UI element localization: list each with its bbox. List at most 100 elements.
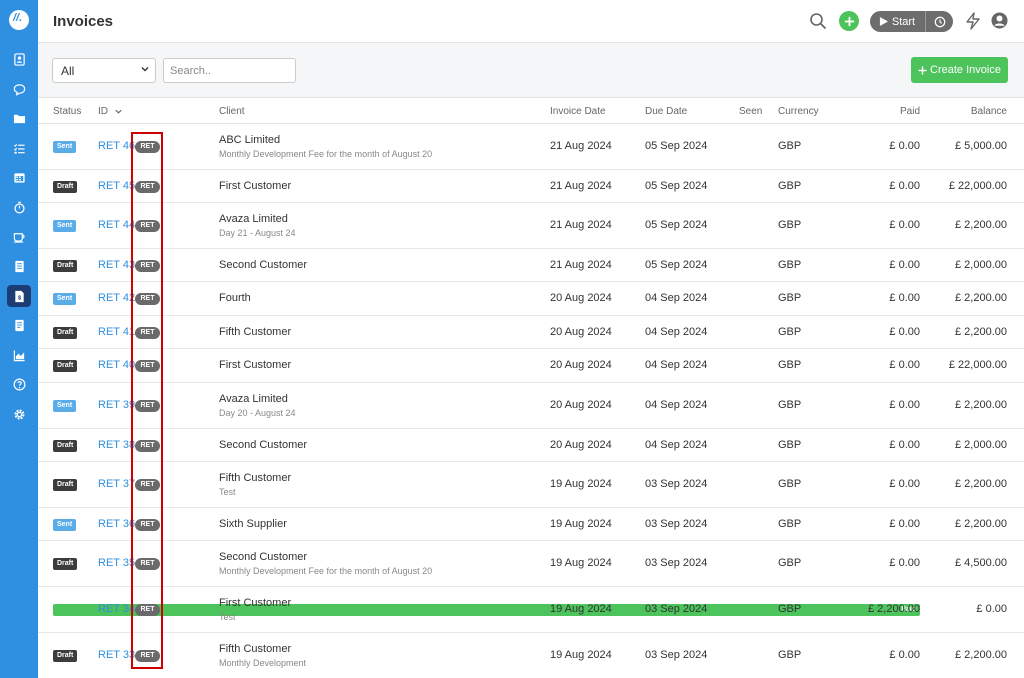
table-row[interactable]: Draft RET 45 RET First Customer 21 Aug 2024 0… xyxy=(38,170,1024,203)
invoice-date: 20 Aug 2024 xyxy=(550,326,612,338)
invoice-id-link[interactable]: RET 37 xyxy=(98,478,135,490)
search-icon[interactable] xyxy=(809,12,827,30)
search-input[interactable] xyxy=(163,58,296,83)
sidebar-item-tasks[interactable] xyxy=(7,137,31,159)
balance-amount: £ 4,500.00 xyxy=(955,557,1007,569)
invoice-id-link[interactable]: RET 45 xyxy=(98,180,135,192)
invoice-id-link[interactable]: RET 42 xyxy=(98,292,135,304)
lightning-icon[interactable] xyxy=(965,12,981,30)
status-filter-select[interactable]: All xyxy=(52,58,156,83)
stopwatch-icon xyxy=(13,201,25,214)
balance-amount: £ 0.00 xyxy=(976,603,1007,615)
currency: GBP xyxy=(778,326,802,338)
sidebar-item-folder[interactable] xyxy=(7,107,31,129)
chat-icon xyxy=(13,83,25,96)
table-row[interactable]: Draft RET 37 RET Fifth Customer Test 19 Aug 2… xyxy=(38,462,1024,508)
currency: GBP xyxy=(778,399,802,411)
client-cell: First Customer xyxy=(219,359,291,371)
client-name: First Customer xyxy=(219,180,292,192)
invoice-id-link[interactable]: RET 44 xyxy=(98,219,135,231)
client-cell: Second Customer xyxy=(219,439,307,451)
table-row[interactable]: Draft RET 35 RET Second Customer Monthly Dev… xyxy=(38,541,1024,587)
client-name: Fifth Customer xyxy=(219,472,292,484)
table-row[interactable]: Sent RET 36 RET Sixth Supplier 19 Aug 2024 03… xyxy=(38,508,1024,541)
status-badge: Draft xyxy=(53,327,78,339)
table-row[interactable]: Draft RET 33 RET Fifth Customer Monthly Deve… xyxy=(38,633,1024,678)
column-paid[interactable]: Paid xyxy=(900,106,920,117)
column-status[interactable]: Status xyxy=(53,106,81,117)
invoice-id-link[interactable]: RET 41 xyxy=(98,326,135,338)
play-icon xyxy=(879,17,888,26)
column-client[interactable]: Client xyxy=(219,106,245,117)
invoice-date: 19 Aug 2024 xyxy=(550,557,612,569)
document-icon xyxy=(14,319,24,331)
invoice-id-link[interactable]: RET 38 xyxy=(98,439,135,451)
table-row[interactable]: Sent RET 44 RET Avaza Limited Day 21 - Augus… xyxy=(38,203,1024,249)
sidebar-item-help[interactable] xyxy=(7,373,31,395)
invoice-id-link[interactable]: RET 35 xyxy=(98,557,135,569)
invoice-id-link[interactable]: RET 33 xyxy=(98,649,135,661)
client-name: Second Customer xyxy=(219,551,308,563)
user-avatar-icon[interactable] xyxy=(991,12,1008,29)
table-row[interactable]: Sent RET 46 RET ABC Limited Monthly Developm… xyxy=(38,124,1024,170)
invoice-id-link[interactable]: RET 46 xyxy=(98,140,135,152)
client-name: Fifth Customer xyxy=(219,643,292,655)
table-row[interactable]: Draft RET 43 RET Second Customer 21 Aug 2024… xyxy=(38,249,1024,282)
column-currency[interactable]: Currency xyxy=(778,106,819,117)
paid-amount: £ 0.00 xyxy=(889,399,920,411)
column-invoice-date[interactable]: Invoice Date xyxy=(550,106,606,117)
column-due-date[interactable]: Due Date xyxy=(645,106,687,117)
sidebar: //. $ xyxy=(0,0,38,678)
paid-amount: £ 0.00 xyxy=(889,557,920,569)
sidebar-item-invoice[interactable]: $ xyxy=(7,285,31,307)
invoice-id-link[interactable]: RET 36 xyxy=(98,518,135,530)
app-logo[interactable]: //. xyxy=(9,10,29,30)
client-name: Avaza Limited xyxy=(219,393,288,405)
logo-mark: //. xyxy=(13,12,23,24)
sidebar-item-chat[interactable] xyxy=(7,78,31,100)
balance-amount: £ 2,000.00 xyxy=(955,439,1007,451)
invoice-description: Monthly Development Fee for the month of… xyxy=(219,149,433,159)
invoice-description: Day 21 - August 24 xyxy=(219,228,296,238)
sidebar-item-estimate[interactable] xyxy=(7,255,31,277)
column-balance[interactable]: Balance xyxy=(971,106,1007,117)
invoice-date: 20 Aug 2024 xyxy=(550,359,612,371)
sidebar-item-stopwatch[interactable] xyxy=(7,196,31,218)
invoice-id-link[interactable]: RET 43 xyxy=(98,259,135,271)
invoice-id-link[interactable]: RET 34 xyxy=(98,603,135,615)
invoice-date: 21 Aug 2024 xyxy=(550,259,612,271)
balance-amount: £ 5,000.00 xyxy=(955,140,1007,152)
due-date: 04 Sep 2024 xyxy=(645,399,708,411)
invoice-date: 19 Aug 2024 xyxy=(550,603,612,615)
tasks-icon xyxy=(13,143,25,154)
sort-down-icon xyxy=(115,109,122,114)
column-id[interactable]: ID xyxy=(98,106,123,117)
timesheet-button[interactable] xyxy=(925,11,953,32)
sidebar-item-calendar[interactable] xyxy=(7,166,31,188)
sidebar-item-settings[interactable] xyxy=(7,403,31,425)
table-row[interactable]: Draft RET 40 RET First Customer 20 Aug 2024 0… xyxy=(38,349,1024,383)
currency: GBP xyxy=(778,603,802,615)
sidebar-item-coffee[interactable] xyxy=(7,225,31,247)
highlight-annotation xyxy=(131,132,163,669)
column-seen[interactable]: Seen xyxy=(739,106,762,117)
quick-add-button[interactable] xyxy=(839,11,859,31)
client-cell: Avaza Limited Day 21 - August 24 xyxy=(219,213,296,238)
invoice-id-link[interactable]: RET 40 xyxy=(98,359,135,371)
paid-amount: £ 0.00 xyxy=(889,140,920,152)
create-invoice-button[interactable]: Create Invoice xyxy=(911,57,1008,83)
balance-amount: £ 2,200.00 xyxy=(955,478,1007,490)
sidebar-item-reports[interactable] xyxy=(7,344,31,366)
invoice-id-link[interactable]: RET 39 xyxy=(98,399,135,411)
start-timer-button[interactable]: Start xyxy=(870,11,924,32)
table-row[interactable]: Draft RET 38 RET Second Customer 20 Aug 2024… xyxy=(38,429,1024,462)
sidebar-item-document[interactable] xyxy=(7,314,31,336)
table-row[interactable]: Sent RET 42 RET Fourth 20 Aug 2024 04 Sep 202… xyxy=(38,282,1024,316)
table-row[interactable]: Sent RET 39 RET Avaza Limited Day 20 - Augus… xyxy=(38,383,1024,429)
status-badge: Draft xyxy=(53,479,78,491)
table-row[interactable]: Draft RET 41 RET Fifth Customer 20 Aug 2024 0… xyxy=(38,316,1024,349)
sidebar-item-contacts[interactable] xyxy=(7,48,31,70)
currency: GBP xyxy=(778,557,802,569)
table-row[interactable]: Paid RET 34 RET First Customer Test 19 Aug 20… xyxy=(38,587,1024,633)
balance-amount: £ 22,000.00 xyxy=(948,180,1007,192)
